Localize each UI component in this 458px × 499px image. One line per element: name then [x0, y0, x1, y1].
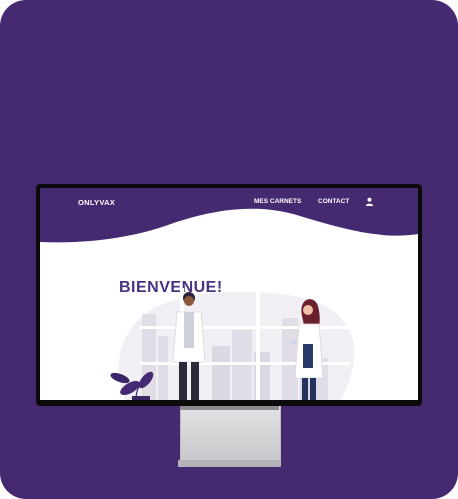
monitor-stand-base — [178, 460, 281, 467]
user-icon[interactable] — [365, 197, 374, 206]
nav-link-accueil[interactable]: ACCUEIL — [266, 220, 299, 229]
nav-link-mes-carnets[interactable]: MES CARNETS — [254, 198, 301, 205]
doctors-illustration — [110, 288, 355, 400]
nav-link-contact[interactable]: CONTACT — [318, 198, 349, 205]
monitor-stand-neck-shadow — [180, 406, 279, 410]
monitor-frame: ONLYVAX MES CARNETS CONTACT ACCUEIL BIEN… — [36, 184, 422, 406]
monitor-stand — [180, 406, 281, 464]
brand-logo[interactable]: ONLYVAX — [78, 198, 115, 207]
website-screen: ONLYVAX MES CARNETS CONTACT ACCUEIL BIEN… — [40, 188, 418, 400]
